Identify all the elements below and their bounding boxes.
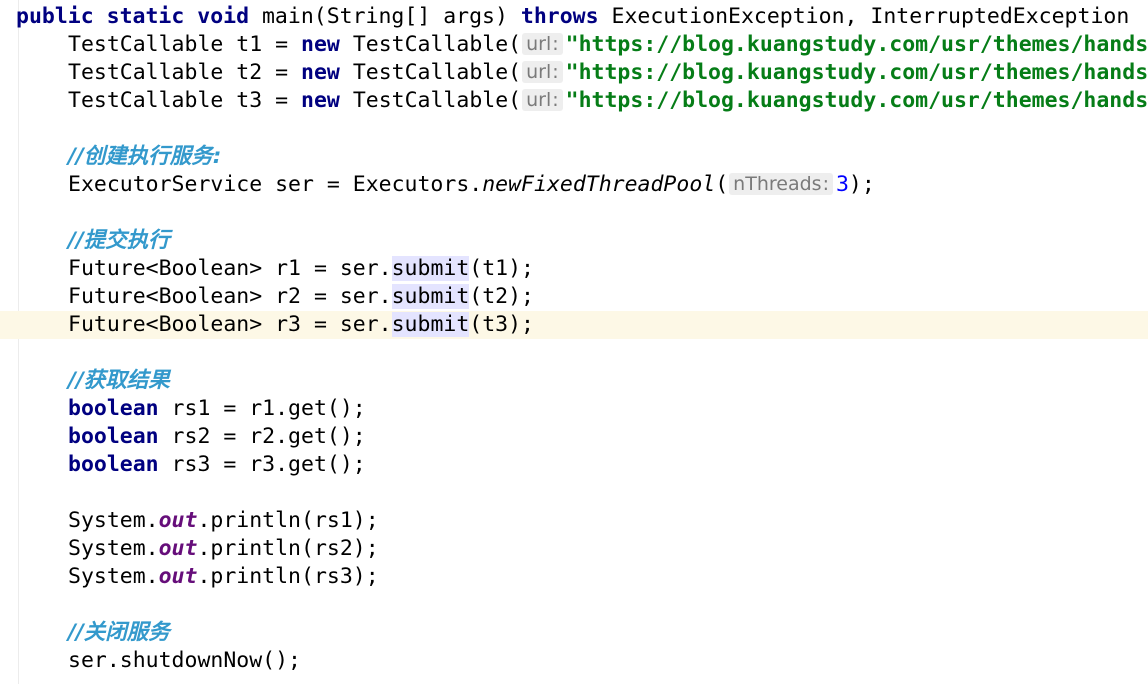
parameter-hint: nThreads: [729,173,833,195]
parameter-hint: url: [522,33,563,55]
code-line-comment-get-result[interactable]: //获取结果 [0,367,1148,395]
code-line-shutdown[interactable]: ser.shutdownNow(); [0,647,1148,675]
result-assignment: rs1 = r1.get(); [158,396,366,421]
type-name: TestCallable [68,88,224,113]
code-line-print-rs2[interactable]: System.out.println(rs2); [0,535,1148,563]
code-line-future-r3-current[interactable]: Future<Boolean> r3 = ser.submit(t3); [0,311,1148,339]
type-name: TestCallable [68,32,224,57]
code-comment: //提交执行 [68,228,170,253]
system-class: System. [68,508,159,533]
string-literal-url: "https://blog.kuangstudy.com/usr/themes/… [565,88,1148,113]
static-method-call: newFixedThreadPool [482,172,716,197]
close-paren: ); [848,172,875,197]
submit-usage-highlight: submit [391,284,470,309]
open-paren: ( [715,172,729,197]
static-field-out: out [158,508,198,533]
method-signature: main(String[] args) [261,4,508,29]
call-args: (t3); [469,312,535,337]
code-line-executor[interactable]: ExecutorService ser = Executors.newFixed… [0,171,1148,199]
future-declaration: Future<Boolean> r3 = ser. [68,312,392,337]
submit-usage-highlight: submit [391,312,470,337]
code-line-print-rs3[interactable]: System.out.println(rs3); [0,563,1148,591]
keyword-new: new [301,60,340,85]
static-field-out: out [158,564,198,589]
keyword-new: new [301,32,340,57]
variable-name: t1 [236,32,263,57]
shutdown-call: ser.shutdownNow(); [68,648,301,673]
parameter-hint: url: [522,61,563,83]
system-class: System. [68,536,159,561]
result-assignment: rs3 = r3.get(); [158,452,366,477]
constructor-call: TestCallable( [352,88,522,113]
call-args: (t2); [469,284,535,309]
call-args: (t1); [469,256,535,281]
println-call: .println(rs2); [197,536,379,561]
code-line-callable-t1[interactable]: TestCallable t1 = new TestCallable(url: "… [0,31,1148,59]
keyword-new: new [301,88,340,113]
static-field-out: out [158,536,198,561]
code-line-future-r1[interactable]: Future<Boolean> r1 = ser.submit(t1); [0,255,1148,283]
code-line-result-rs2[interactable]: boolean rs2 = r2.get(); [0,423,1148,451]
parameter-hint: url: [522,89,563,111]
constructor-call: TestCallable( [352,60,522,85]
future-declaration: Future<Boolean> r2 = ser. [68,284,392,309]
string-literal-url: "https://blog.kuangstudy.com/usr/themes/… [565,60,1148,85]
system-class: System. [68,564,159,589]
type-name: TestCallable [68,60,224,85]
code-comment: //关闭服务 [68,620,170,645]
code-editor[interactable]: public static void main(String[] args) t… [0,0,1148,684]
keyword-static: static [106,4,185,29]
code-line-comment-submit[interactable]: //提交执行 [0,227,1148,255]
code-line-comment-create-service[interactable]: //创建执行服务: [0,143,1148,171]
code-line-result-rs1[interactable]: boolean rs1 = r1.get(); [0,395,1148,423]
println-call: .println(rs1); [197,508,379,533]
code-line-result-rs3[interactable]: boolean rs3 = r3.get(); [0,451,1148,479]
number-literal: 3 [835,172,849,197]
keyword-boolean: boolean [68,424,159,449]
executor-declaration: ExecutorService ser = Executors. [68,172,483,197]
variable-name: t3 [236,88,263,113]
keyword-boolean: boolean [68,452,159,477]
code-line-future-r2[interactable]: Future<Boolean> r2 = ser.submit(t2); [0,283,1148,311]
result-assignment: rs2 = r2.get(); [158,424,366,449]
future-declaration: Future<Boolean> r1 = ser. [68,256,392,281]
code-line-method-signature[interactable]: public static void main(String[] args) t… [0,3,1148,31]
code-comment: //创建执行服务: [68,144,222,169]
keyword-throws: throws [520,4,599,29]
constructor-call: TestCallable( [352,32,522,57]
keyword-void: void [197,4,250,29]
code-line-print-rs1[interactable]: System.out.println(rs1); [0,507,1148,535]
code-line-callable-t2[interactable]: TestCallable t2 = new TestCallable(url: "… [0,59,1148,87]
submit-usage-highlight: submit [391,256,470,281]
exception-list: ExecutionException, InterruptedException [611,4,1130,29]
string-literal-url: "https://blog.kuangstudy.com/usr/themes/… [565,32,1148,57]
code-comment: //获取结果 [68,368,170,393]
code-line-callable-t3[interactable]: TestCallable t3 = new TestCallable(url: "… [0,87,1148,115]
code-line-comment-shutdown[interactable]: //关闭服务 [0,619,1148,647]
variable-name: t2 [236,60,263,85]
println-call: .println(rs3); [197,564,379,589]
keyword-boolean: boolean [68,396,159,421]
keyword-public: public [16,4,94,29]
